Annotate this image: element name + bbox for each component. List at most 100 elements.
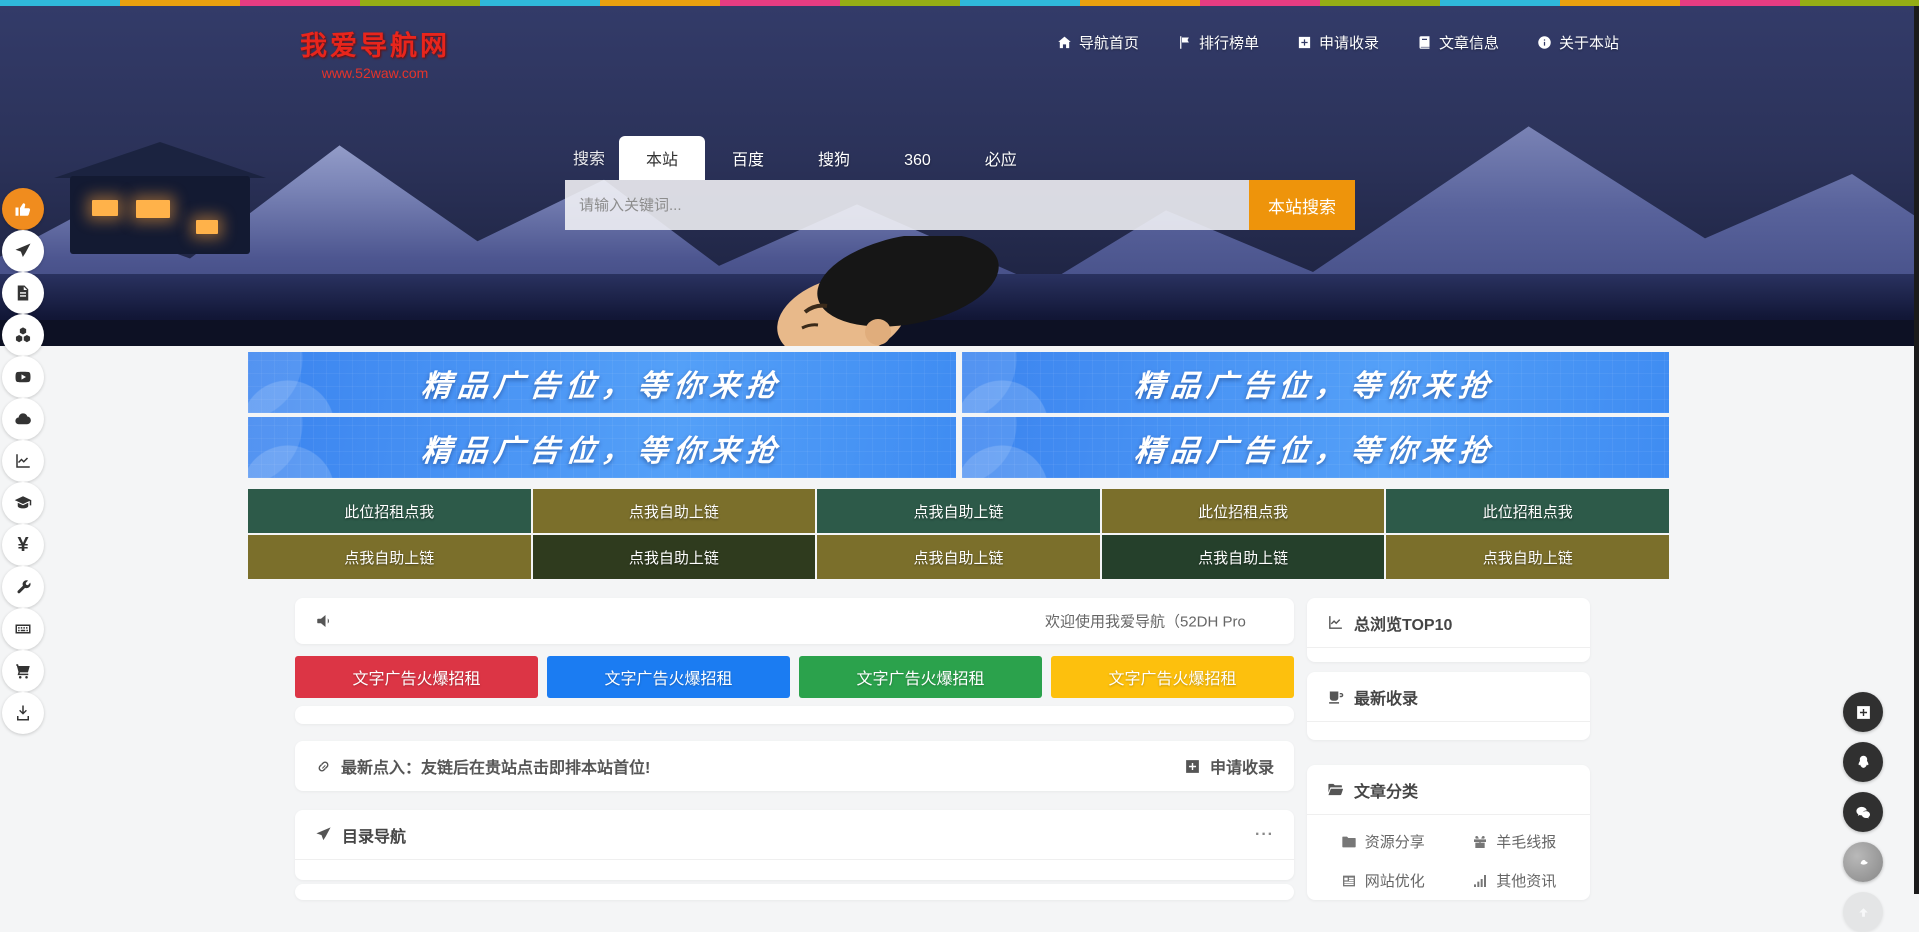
search-button[interactable]: 本站搜索	[1249, 180, 1355, 230]
cart-icon	[14, 662, 32, 680]
ad-slot[interactable]: 此位招租点我	[248, 489, 531, 533]
dock-back-to-top-button[interactable]	[1843, 892, 1883, 932]
search-input[interactable]	[565, 180, 1249, 230]
hero-window	[136, 200, 170, 218]
apply-include-button[interactable]: 申请收录	[1184, 754, 1274, 778]
dock-finance[interactable]: ¥	[2, 524, 44, 566]
link-icon	[315, 758, 332, 775]
category-other-news[interactable]: 其他资讯	[1449, 870, 1581, 891]
plus-square-icon	[1184, 758, 1201, 775]
announcement-bar: 欢迎使用我爱导航（52DH Pro	[295, 598, 1294, 644]
category-grid: 资源分享 羊毛线报 网站优化 其他资讯	[1307, 815, 1590, 891]
dock-telegram[interactable]	[2, 230, 44, 272]
ad-slot[interactable]: 点我自助上链	[533, 489, 816, 533]
banner-ad[interactable]: 精品广告位，等你来抢	[248, 352, 956, 413]
stats-logo-icon	[1855, 854, 1872, 871]
dock-tools[interactable]	[2, 566, 44, 608]
search-label: 搜索	[565, 145, 619, 180]
paper-plane-icon	[14, 242, 32, 260]
category-seo[interactable]: 网站优化	[1317, 870, 1449, 891]
latest-link-text-group: 最新点入：友链后在贵站点击即排本站首位!	[315, 754, 650, 778]
thumbs-up-icon	[14, 200, 32, 218]
youtube-icon	[14, 368, 32, 386]
nav-item-articles[interactable]: 文章信息	[1417, 32, 1499, 53]
cubes-icon	[14, 326, 32, 344]
tab-sogou[interactable]: 搜狗	[791, 136, 877, 180]
site-logo[interactable]: 我爱导航网 www.52waw.com	[300, 24, 450, 81]
text-ad-button[interactable]: 文字广告火爆招租	[1051, 656, 1294, 698]
banner-ads: 精品广告位，等你来抢 精品广告位，等你来抢 精品广告位，等你来抢 精品广告位，等…	[248, 352, 1669, 478]
search-engine-tabs: 搜索 本站 百度 搜狗 360 必应	[565, 136, 1355, 180]
banner-ad[interactable]: 精品广告位，等你来抢	[248, 417, 956, 478]
newspaper-icon	[1341, 873, 1357, 889]
ad-slot-grid: 此位招租点我 点我自助上链 点我自助上链 此位招租点我 此位招租点我 点我自助上…	[248, 489, 1669, 579]
category-deals[interactable]: 羊毛线报	[1449, 831, 1581, 852]
download-icon	[14, 704, 32, 722]
cartoon-character	[750, 236, 1010, 346]
search-panel: 搜索 本站 百度 搜狗 360 必应 本站搜索	[565, 136, 1355, 230]
flag-icon	[1177, 35, 1192, 50]
folder-icon	[1341, 834, 1357, 850]
article-categories-card: 文章分类 资源分享 羊毛线报 网站优化 其他资讯	[1307, 765, 1590, 900]
text-ad-button[interactable]: 文字广告火爆招租	[295, 656, 538, 698]
dock-apply-button[interactable]	[1843, 692, 1883, 732]
banner-ad[interactable]: 精品广告位，等你来抢	[962, 352, 1670, 413]
wechat-icon	[1855, 804, 1872, 821]
announcement-icon	[315, 612, 333, 630]
site-url: www.52waw.com	[300, 65, 450, 81]
dock-likes[interactable]	[2, 188, 44, 230]
dock-stats[interactable]	[2, 440, 44, 482]
wrench-icon	[14, 578, 32, 596]
directory-title: 目录导航	[342, 823, 406, 847]
ad-slot[interactable]: 点我自助上链	[533, 535, 816, 579]
dock-articles[interactable]	[2, 272, 44, 314]
ad-slot[interactable]: 此位招租点我	[1386, 489, 1669, 533]
nav-item-ranking[interactable]: 排行榜单	[1177, 32, 1259, 53]
text-ad-row: 文字广告火爆招租 文字广告火爆招租 文字广告火爆招租 文字广告火爆招租	[295, 656, 1294, 698]
ad-slot[interactable]: 点我自助上链	[248, 535, 531, 579]
scrollbar[interactable]	[1914, 6, 1919, 894]
chart-line-icon	[14, 452, 32, 470]
gift-icon	[1472, 834, 1488, 850]
plus-square-icon	[1297, 35, 1312, 50]
ad-slot[interactable]: 点我自助上链	[1386, 535, 1669, 579]
text-ad-button[interactable]: 文字广告火爆招租	[799, 656, 1042, 698]
dock-video[interactable]	[2, 356, 44, 398]
latest-included-title: 最新收录	[1354, 685, 1418, 709]
top10-card: 总浏览TOP10	[1307, 598, 1590, 662]
ad-slot[interactable]: 点我自助上链	[1102, 535, 1385, 579]
yen-icon: ¥	[17, 535, 28, 555]
ad-slot[interactable]: 点我自助上链	[817, 489, 1100, 533]
dock-typing[interactable]	[2, 608, 44, 650]
dock-shop[interactable]	[2, 650, 44, 692]
banner-ad[interactable]: 精品广告位，等你来抢	[962, 417, 1670, 478]
dock-stats-logo-button[interactable]	[1843, 842, 1883, 882]
tab-baidu[interactable]: 百度	[705, 136, 791, 180]
text-ad-button[interactable]: 文字广告火爆招租	[547, 656, 790, 698]
latest-link-bar: 最新点入：友链后在贵站点击即排本站首位! 申请收录	[295, 741, 1294, 791]
nav-item-home[interactable]: 导航首页	[1057, 32, 1139, 53]
dock-qq-button[interactable]	[1843, 742, 1883, 782]
dock-download[interactable]	[2, 692, 44, 734]
directory-more-button[interactable]: ···	[1255, 826, 1274, 844]
book-icon	[1417, 35, 1432, 50]
dock-study[interactable]	[2, 482, 44, 524]
tab-bing[interactable]: 必应	[958, 136, 1044, 180]
ad-slot[interactable]: 点我自助上链	[817, 535, 1100, 579]
latest-link-text: 最新点入：友链后在贵站点击即排本站首位!	[341, 754, 650, 778]
tab-360[interactable]: 360	[877, 142, 958, 180]
chart-line-icon	[1327, 614, 1344, 631]
dock-apps[interactable]	[2, 314, 44, 356]
empty-card	[295, 706, 1294, 724]
signal-icon	[1472, 873, 1488, 889]
dock-wechat-button[interactable]	[1843, 792, 1883, 832]
nav-item-apply[interactable]: 申请收录	[1297, 32, 1379, 53]
site-title: 我爱导航网	[300, 24, 450, 63]
tab-this-site[interactable]: 本站	[619, 136, 705, 180]
file-icon	[14, 284, 32, 302]
dock-cloud[interactable]	[2, 398, 44, 440]
ad-slot[interactable]: 此位招租点我	[1102, 489, 1385, 533]
nav-item-about[interactable]: 关于本站	[1537, 32, 1619, 53]
graduation-cap-icon	[14, 494, 32, 512]
category-resources[interactable]: 资源分享	[1317, 831, 1449, 852]
